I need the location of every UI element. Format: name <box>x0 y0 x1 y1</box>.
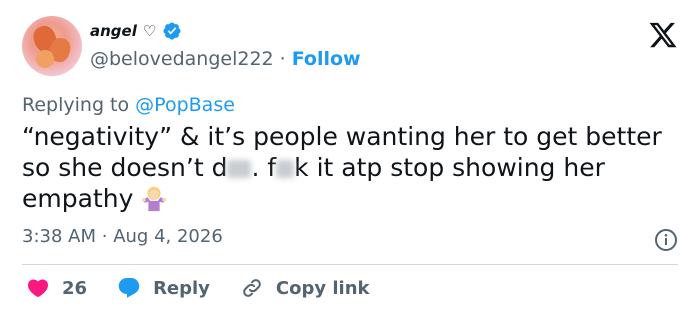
tweet-text: “negativity” & it’s people wanting her t… <box>22 121 682 214</box>
tweet-line-2-part-a: so she doesn’t d <box>22 153 228 182</box>
replying-mention-link[interactable]: @PopBase <box>135 94 235 116</box>
censored-blur <box>227 160 252 178</box>
handle-row: @belovedangel222 · Follow <box>90 48 361 70</box>
copy-link-label: Copy link <box>275 277 370 299</box>
tweet-line-1: “negativity” & it’s people wanting her t… <box>22 122 662 151</box>
x-logo-icon[interactable] <box>648 20 678 50</box>
tweet-line-2-part-b: . f <box>251 153 277 182</box>
follow-button[interactable]: Follow <box>292 48 361 70</box>
like-button[interactable]: 26 <box>26 276 87 300</box>
replying-to: Replying to @PopBase <box>22 94 235 116</box>
copy-link-button[interactable]: Copy link <box>240 276 370 300</box>
action-bar: 26 Reply Copy link <box>26 276 400 300</box>
link-icon <box>243 279 261 297</box>
display-name[interactable]: angel <box>90 22 137 40</box>
divider <box>22 264 678 265</box>
timestamp-row: 3:38 AM · Aug 4, 2026 <box>22 226 223 247</box>
reply-bubble-icon <box>118 278 140 298</box>
censored-blur <box>276 160 295 178</box>
heart-outline-icon: ♡ <box>142 22 157 40</box>
reply-label: Reply <box>153 277 210 299</box>
heart-icon <box>27 279 49 298</box>
separator-dot: · <box>101 226 108 247</box>
tweet-line-3-text: empathy <box>22 184 134 213</box>
tweet-line-2: so she doesn’t d . f k it atp stop showing… <box>22 152 682 183</box>
avatar[interactable] <box>22 16 82 76</box>
likes-count: 26 <box>62 277 88 299</box>
verified-badge-icon <box>163 22 181 40</box>
timestamp-date[interactable]: Aug 4, 2026 <box>113 226 223 247</box>
handle[interactable]: @belovedangel222 <box>90 48 274 70</box>
author-name-row: angel ♡ <box>90 21 182 41</box>
person-shrugging-emoji-icon <box>142 186 167 212</box>
timestamp-time[interactable]: 3:38 AM <box>22 226 96 247</box>
tweet-line-3: empathy <box>22 183 682 214</box>
separator-dot: · <box>279 48 286 70</box>
tweet-line-2-part-c: k it atp stop showing her <box>294 153 605 182</box>
reply-button[interactable]: Reply <box>117 276 210 300</box>
replying-prefix: Replying to <box>22 94 130 116</box>
info-icon[interactable] <box>654 228 678 252</box>
